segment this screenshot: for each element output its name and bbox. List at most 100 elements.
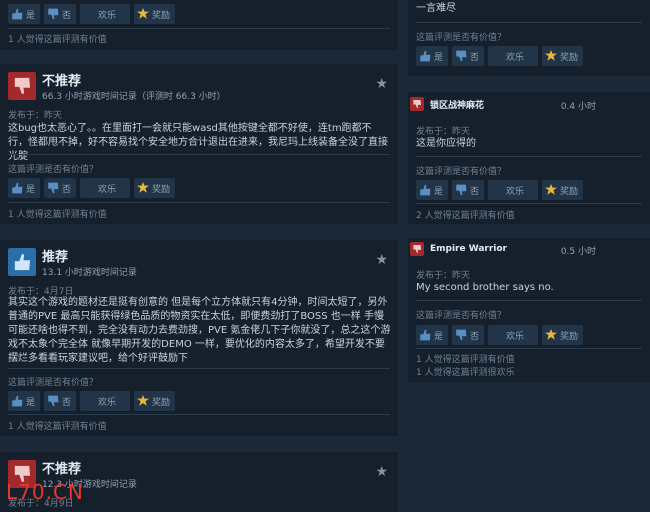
divider [416,300,642,301]
review-card: Empire Warrior 0.5 小时 发布于：昨天 My second b… [408,238,650,382]
vote-row: 是 否 欢乐 奖励 [8,391,179,411]
review-card-partial: 是 否 欢乐 奖励 1 人觉得这篇评测有价值 [0,0,398,50]
vote-funny-button[interactable]: 欢乐 [80,4,131,24]
award-button[interactable]: 奖励 [542,325,584,345]
divider [416,348,642,349]
award-icon [137,8,150,19]
thumbs-down-badge [410,242,424,256]
review-card: 不推荐 66.3 小时游戏时间记录（评测时 66.3 小时） ★ 发布于：昨天 … [0,64,398,224]
award-icon [545,329,558,340]
thumb-up-icon [12,395,23,407]
helpful-count: 1 人觉得这篇评测有价值 [8,210,107,220]
helpful-question: 这篇评测是否有价值？ [416,167,507,177]
review-card-partial: 一言难尽 这篇评测是否有价值？ 是 否 欢乐 奖励 [408,0,650,76]
vote-yes-button[interactable]: 是 [8,4,41,24]
review-body: 一言难尽 [416,3,456,14]
laugh-icon [491,329,503,341]
review-verdict: 推荐 [42,250,69,265]
thumb-down-icon [456,329,467,341]
thumb-down-icon [413,244,422,254]
laugh-icon [83,395,95,407]
review-card: 推荐 13.1 小时游戏时间记录 ★ 发布于：4月7日 其实这个游戏的题材还是挺… [0,240,398,436]
star-icon[interactable]: ★ [375,252,388,268]
thumb-up-icon [420,184,431,196]
vote-no-button[interactable]: 否 [452,46,485,66]
vote-yes-button[interactable]: 是 [416,46,449,66]
vote-funny-button[interactable]: 欢乐 [488,325,539,345]
divider [8,368,390,369]
helpful-question: 这篇评测是否有价值？ [8,378,99,388]
review-body: 其实这个游戏的题材还是挺有创意的 但是每个立方体就只有4分钟，时间太短了，另外普… [8,297,391,364]
award-icon [137,395,150,406]
vote-no-button[interactable]: 否 [44,4,77,24]
award-icon [545,184,558,195]
divider [8,202,390,203]
thumb-up-icon [420,329,431,341]
award-button[interactable]: 奖励 [134,4,176,24]
vote-funny-button[interactable]: 欢乐 [488,180,539,200]
watermark: L70.CN [6,480,84,504]
laugh-icon [491,50,503,62]
laugh-icon [83,182,95,194]
vote-row: 是 否 欢乐 奖励 [416,180,587,200]
thumbs-down-badge [410,97,424,111]
vote-funny-button[interactable]: 欢乐 [488,46,539,66]
thumb-down-icon [14,77,31,95]
divider [416,203,642,204]
helpful-count: 2 人觉得这篇评测有价值 [416,211,515,221]
thumb-down-icon [48,395,59,407]
vote-yes-button[interactable]: 是 [8,178,41,198]
review-verdict: 不推荐 [42,74,82,89]
vote-no-button[interactable]: 否 [44,178,77,198]
divider [416,156,642,157]
thumb-down-icon [456,50,467,62]
playtime[interactable]: 13.1 小时游戏时间记录 [42,265,137,278]
award-button[interactable]: 奖励 [542,46,584,66]
helpful-question: 这篇评测是否有价值？ [416,311,507,321]
vote-yes-button[interactable]: 是 [8,391,41,411]
posted-date: 发布于：昨天 [416,127,471,137]
helpful-count: 1 人觉得这篇评测有价值 [416,355,515,365]
thumb-up-icon [12,8,23,20]
review-card: 锁区战神麻花 0.4 小时 发布于：昨天 这是你应得的 这篇评测是否有价值？ 是… [408,92,650,224]
review-verdict: 不推荐 [42,462,82,477]
thumb-up-icon [420,50,431,62]
divider [8,414,390,415]
posted-date: 发布于：昨天 [416,271,471,281]
thumbs-up-badge [8,248,36,276]
vote-no-button[interactable]: 否 [452,180,485,200]
reviewer-name[interactable]: Empire Warrior [430,244,507,254]
vote-row: 是 否 欢乐 奖励 [416,46,587,66]
divider [8,28,390,29]
review-body: My second brother says no. [416,282,554,293]
thumb-down-icon [456,184,467,196]
funny-count: 1 人觉得这篇评测很欢乐 [416,368,515,378]
helpful-question: 这篇评测是否有价值？ [416,33,507,43]
divider [416,22,642,23]
vote-funny-button[interactable]: 欢乐 [80,391,131,411]
vote-no-button[interactable]: 否 [44,391,77,411]
thumb-down-icon [48,182,59,194]
review-body: 这是你应得的 [416,138,476,149]
vote-row: 是 否 欢乐 奖励 [8,178,179,198]
helpful-question: 这篇评测是否有价值？ [8,165,99,175]
vote-yes-button[interactable]: 是 [416,180,449,200]
star-icon[interactable]: ★ [375,464,388,480]
award-button[interactable]: 奖励 [134,178,176,198]
thumbs-down-badge [8,72,36,100]
posted-date: 发布于：昨天 [8,111,63,121]
vote-yes-button[interactable]: 是 [416,325,449,345]
reviewer-name[interactable]: 锁区战神麻花 [430,98,484,111]
vote-row: 是 否 欢乐 奖励 [8,4,179,24]
helpful-count: 1 人觉得这篇评测有价值 [8,35,107,45]
vote-funny-button[interactable]: 欢乐 [80,178,131,198]
star-icon[interactable]: ★ [375,76,388,92]
thumb-down-icon [48,8,59,20]
vote-row: 是 否 欢乐 奖励 [416,325,587,345]
award-button[interactable]: 奖励 [542,180,584,200]
award-icon [137,182,150,193]
playtime[interactable]: 66.3 小时游戏时间记录（评测时 66.3 小时） [42,89,226,102]
laugh-icon [491,184,503,196]
award-button[interactable]: 奖励 [134,391,176,411]
vote-no-button[interactable]: 否 [452,325,485,345]
